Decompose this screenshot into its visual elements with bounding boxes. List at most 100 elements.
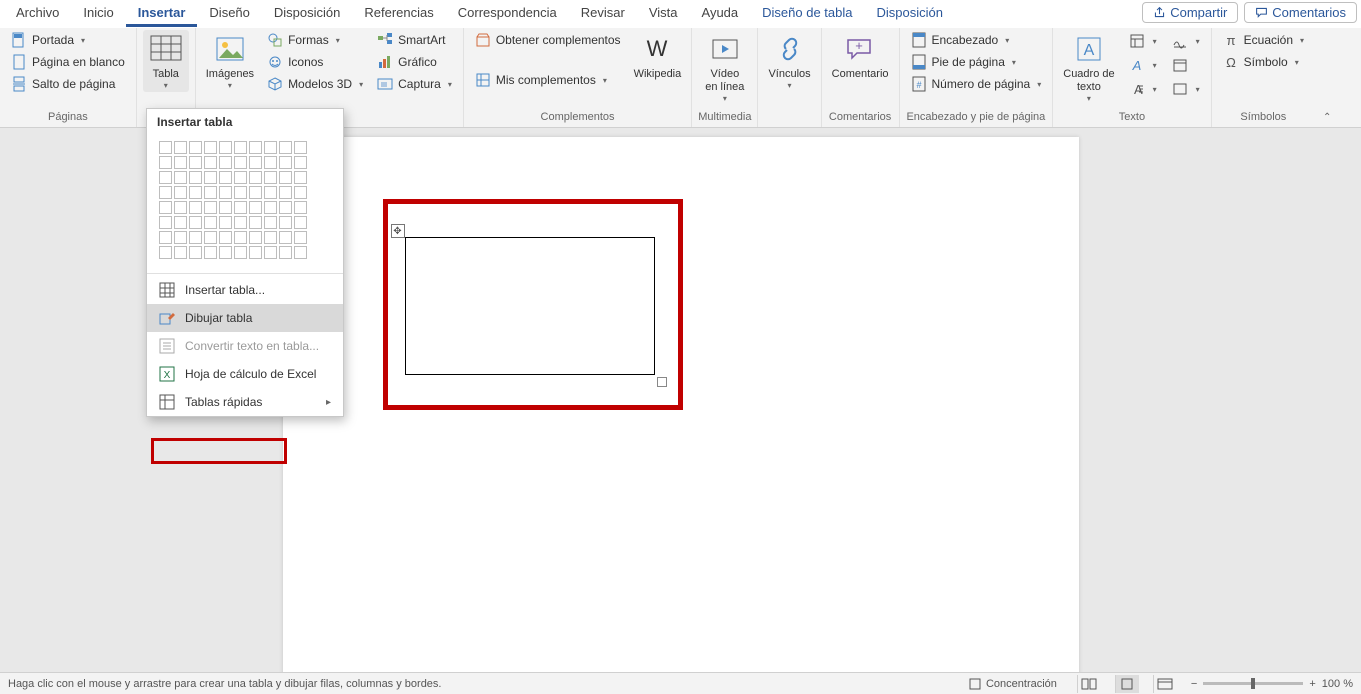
view-read-button[interactable] <box>1077 675 1101 693</box>
focus-label: Concentración <box>986 678 1057 690</box>
cuadro-texto-button[interactable]: A Cuadro de texto▾ <box>1059 30 1118 105</box>
grafico-label: Gráfico <box>398 55 437 69</box>
ecuacion-button[interactable]: πEcuación▾ <box>1218 30 1309 50</box>
menu-excel[interactable]: X Hoja de cálculo de Excel <box>147 360 343 388</box>
tab-revisar[interactable]: Revisar <box>569 1 637 24</box>
page[interactable]: ✥ <box>283 137 1079 672</box>
wikipedia-button[interactable]: W Wikipedia <box>630 30 686 83</box>
excel-icon: X <box>159 366 175 382</box>
menu-insertar-tabla[interactable]: Insertar tabla... <box>147 276 343 304</box>
smartart-label: SmartArt <box>398 33 445 47</box>
screenshot-icon <box>377 76 393 92</box>
imagenes-button[interactable]: Imágenes▾ <box>202 30 258 92</box>
header-icon <box>911 32 927 48</box>
text-mini-2[interactable]: A▾ <box>1123 54 1162 76</box>
salto-pagina-button[interactable]: Salto de página <box>6 74 130 94</box>
tab-diseno[interactable]: Diseño <box>197 1 261 24</box>
menu-tablas-rapidas[interactable]: Tablas rápidas ▸ <box>147 388 343 416</box>
pie-button[interactable]: Pie de página▾ <box>906 52 1047 72</box>
portada-button[interactable]: Portada▾ <box>6 30 130 50</box>
encabezado-label: Encabezado <box>932 33 999 47</box>
menu-quick-label: Tablas rápidas <box>185 395 262 409</box>
menu-convertir-label: Convertir texto en tabla... <box>185 339 319 353</box>
tab-diseno-tabla[interactable]: Diseño de tabla <box>750 1 864 24</box>
smartart-button[interactable]: SmartArt <box>372 30 457 50</box>
tab-insertar[interactable]: Insertar <box>126 1 198 27</box>
collapse-ribbon-button[interactable]: ⌃ <box>1315 108 1339 127</box>
formas-button[interactable]: Formas▾ <box>262 30 368 50</box>
ecuacion-label: Ecuación <box>1244 33 1293 47</box>
menu-title: Insertar tabla <box>147 109 343 133</box>
tab-correspondencia[interactable]: Correspondencia <box>446 1 569 24</box>
addins-icon <box>475 72 491 88</box>
tab-disposicion-tabla[interactable]: Disposición <box>865 1 955 24</box>
comentario-label: Comentario <box>832 66 889 81</box>
text-mini-3[interactable]: A▾ <box>1123 78 1162 100</box>
captura-button[interactable]: Captura▾ <box>372 74 457 94</box>
text-mini-1[interactable]: ▾ <box>1123 30 1162 52</box>
text-mini-4[interactable]: ▾ <box>1166 30 1205 52</box>
group-complementos-label: Complementos <box>541 109 615 127</box>
read-view-icon <box>1081 678 1097 690</box>
group-multimedia: Vídeo en línea▾ Multimedia <box>692 28 758 127</box>
pagina-en-blanco-button[interactable]: Página en blanco <box>6 52 130 72</box>
text-mini-5[interactable] <box>1166 54 1205 76</box>
group-texto: A Cuadro de texto▾ ▾ A▾ A▾ ▾ ▾ Texto <box>1053 28 1211 127</box>
menu-dibujar-tabla[interactable]: Dibujar tabla <box>147 304 343 332</box>
tab-archivo[interactable]: Archivo <box>4 1 71 24</box>
table-dropdown: Insertar tabla Insertar tabla... Dibujar… <box>146 108 344 417</box>
salto-pagina-label: Salto de página <box>32 77 115 91</box>
formas-label: Formas <box>288 33 329 47</box>
smartart-icon <box>377 32 393 48</box>
comentario-button[interactable]: + Comentario <box>828 30 893 83</box>
view-web-button[interactable] <box>1153 675 1177 693</box>
zoom-slider[interactable] <box>1203 682 1303 685</box>
grafico-button[interactable]: Gráfico <box>372 52 457 72</box>
iconos-button[interactable]: Iconos <box>262 52 368 72</box>
chevron-right-icon: ▸ <box>326 397 331 408</box>
group-multimedia-label: Multimedia <box>698 109 751 127</box>
zoom-in-button[interactable]: + <box>1309 678 1315 690</box>
pictures-icon <box>215 36 245 62</box>
drawn-table[interactable] <box>405 237 655 375</box>
share-button[interactable]: Compartir <box>1142 2 1238 23</box>
encabezado-button[interactable]: Encabezado▾ <box>906 30 1047 50</box>
tabla-button[interactable]: Tabla ▾ <box>143 30 189 92</box>
table-move-handle[interactable]: ✥ <box>391 224 405 238</box>
comments-button[interactable]: Comentarios <box>1244 2 1357 23</box>
status-hint: Haga clic con el mouse y arrastre para c… <box>8 678 442 690</box>
pie-label: Pie de página <box>932 55 1005 69</box>
vinculos-button[interactable]: Vínculos▾ <box>764 30 814 92</box>
obtener-complementos-button[interactable]: Obtener complementos <box>470 30 626 50</box>
table-grid-picker[interactable] <box>147 133 343 271</box>
mis-complementos-button[interactable]: Mis complementos▾ <box>470 70 626 90</box>
captura-label: Captura <box>398 77 441 91</box>
svg-text:A: A <box>1084 42 1095 59</box>
comment-bubble-icon <box>1255 6 1268 19</box>
dropcap-icon: A <box>1129 81 1145 97</box>
tab-strip: Archivo Inicio Insertar Diseño Disposici… <box>0 0 1361 28</box>
group-complementos: Obtener complementos Mis complementos▾ W… <box>464 28 692 127</box>
tab-referencias[interactable]: Referencias <box>352 1 445 24</box>
signature-icon <box>1172 33 1188 49</box>
text-box-icon: A <box>1074 34 1104 64</box>
view-print-button[interactable] <box>1115 675 1139 693</box>
focus-mode-button[interactable]: Concentración <box>962 677 1063 691</box>
zoom-control[interactable]: − + 100 % <box>1191 678 1353 690</box>
svg-text:W: W <box>647 36 668 61</box>
web-view-icon <box>1157 678 1173 690</box>
tab-disposicion[interactable]: Disposición <box>262 1 352 24</box>
tab-inicio[interactable]: Inicio <box>71 1 125 24</box>
numero-pagina-button[interactable]: #Número de página▾ <box>906 74 1047 94</box>
page-break-icon <box>11 76 27 92</box>
simbolo-button[interactable]: ΩSímbolo▾ <box>1218 52 1309 72</box>
text-mini-6[interactable]: ▾ <box>1166 78 1205 100</box>
table-resize-handle[interactable] <box>657 377 667 387</box>
tab-vista[interactable]: Vista <box>637 1 690 24</box>
tab-ayuda[interactable]: Ayuda <box>690 1 751 24</box>
status-bar: Haga clic con el mouse y arrastre para c… <box>0 672 1361 694</box>
modelos3d-button[interactable]: Modelos 3D▾ <box>262 74 368 94</box>
video-button[interactable]: Vídeo en línea▾ <box>701 30 748 105</box>
svg-text:+: + <box>855 38 863 53</box>
zoom-out-button[interactable]: − <box>1191 678 1197 690</box>
